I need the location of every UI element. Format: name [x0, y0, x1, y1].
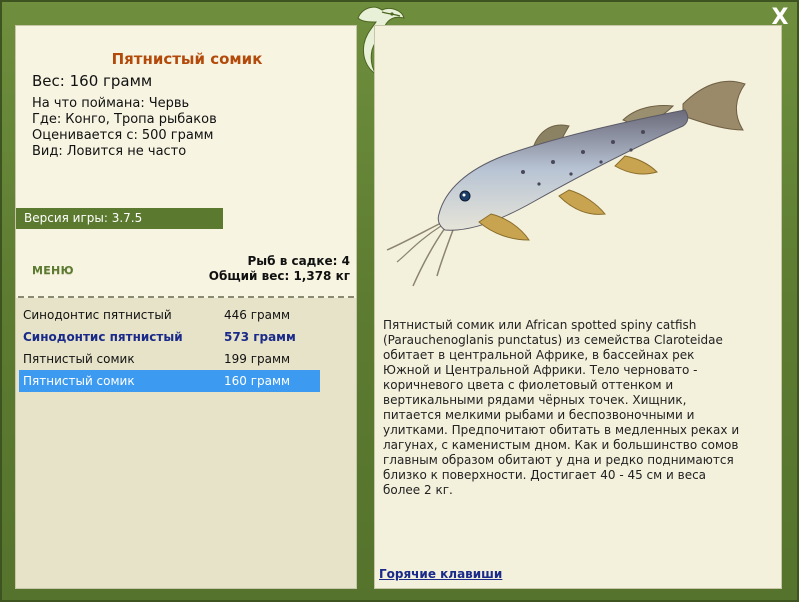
catch-weight: 160 грамм	[224, 374, 291, 388]
fish-image	[386, 80, 746, 287]
menu-button[interactable]: МЕНЮ	[32, 264, 74, 277]
left-panel: Пятнистый сомик Вес: 160 грамм На что по…	[15, 25, 357, 589]
detail-label: На что поймана:	[32, 96, 145, 111]
catch-weight: 446 грамм	[224, 308, 291, 322]
catch-name: Синодонтис пятнистый	[23, 330, 183, 344]
detail-label: Где:	[32, 112, 62, 127]
detail-label: Оценивается с:	[32, 128, 138, 143]
list-item[interactable]: Синодонтис пятнистый 446 грамм	[19, 304, 320, 326]
version-badge: Версия игры: 3.7.5	[16, 208, 223, 229]
catch-name: Пятнистый сомик	[23, 352, 135, 366]
detail-price: Оценивается с: 500 грамм	[32, 128, 213, 143]
catch-weight: 573 грамм	[224, 330, 296, 344]
right-panel: Пятнистый сомик или African spotted spin…	[374, 25, 782, 589]
catch-weight: 199 грамм	[224, 352, 291, 366]
cage-stats: Рыб в садке: 4 Общий вес: 1,378 кг	[209, 254, 350, 284]
total-weight-value: 1,378 кг	[293, 269, 350, 283]
detail-location: Где: Конго, Тропа рыбаков	[32, 112, 217, 127]
list-item[interactable]: Пятнистый сомик 199 грамм	[19, 348, 320, 370]
list-item-selected[interactable]: Пятнистый сомик 160 грамм	[19, 370, 320, 392]
detail-value: Ловится не часто	[66, 144, 187, 159]
list-item[interactable]: Синодонтис пятнистый 573 грамм	[19, 326, 320, 348]
detail-label: Вид:	[32, 144, 63, 159]
cage-count: Рыб в садке: 4	[209, 254, 350, 269]
cage-count-label: Рыб в садке:	[247, 254, 338, 268]
total-weight-label: Общий вес:	[208, 269, 290, 283]
fish-title: Пятнистый сомик	[111, 50, 263, 68]
catch-list: Синодонтис пятнистый 446 грамм Синодонти…	[19, 304, 320, 392]
detail-value: Червь	[148, 96, 190, 111]
detail-value: 500 грамм	[141, 128, 214, 143]
catch-name: Пятнистый сомик	[23, 374, 135, 388]
weight-label: Вес:	[32, 72, 65, 90]
cage-count-value: 4	[341, 254, 350, 268]
detail-rarity: Вид: Ловится не часто	[32, 144, 186, 159]
hotkeys-link[interactable]: Горячие клавиши	[379, 567, 502, 581]
fish-description: Пятнистый сомик или African spotted spin…	[383, 318, 740, 497]
detail-bait: На что поймана: Червь	[32, 96, 189, 111]
catch-name: Синодонтис пятнистый	[23, 308, 172, 322]
weight-value: 160 грамм	[69, 72, 153, 90]
fish-weight: Вес: 160 грамм	[32, 72, 152, 90]
divider	[18, 296, 354, 298]
total-weight: Общий вес: 1,378 кг	[209, 269, 350, 284]
detail-value: Конго, Тропа рыбаков	[65, 112, 217, 127]
